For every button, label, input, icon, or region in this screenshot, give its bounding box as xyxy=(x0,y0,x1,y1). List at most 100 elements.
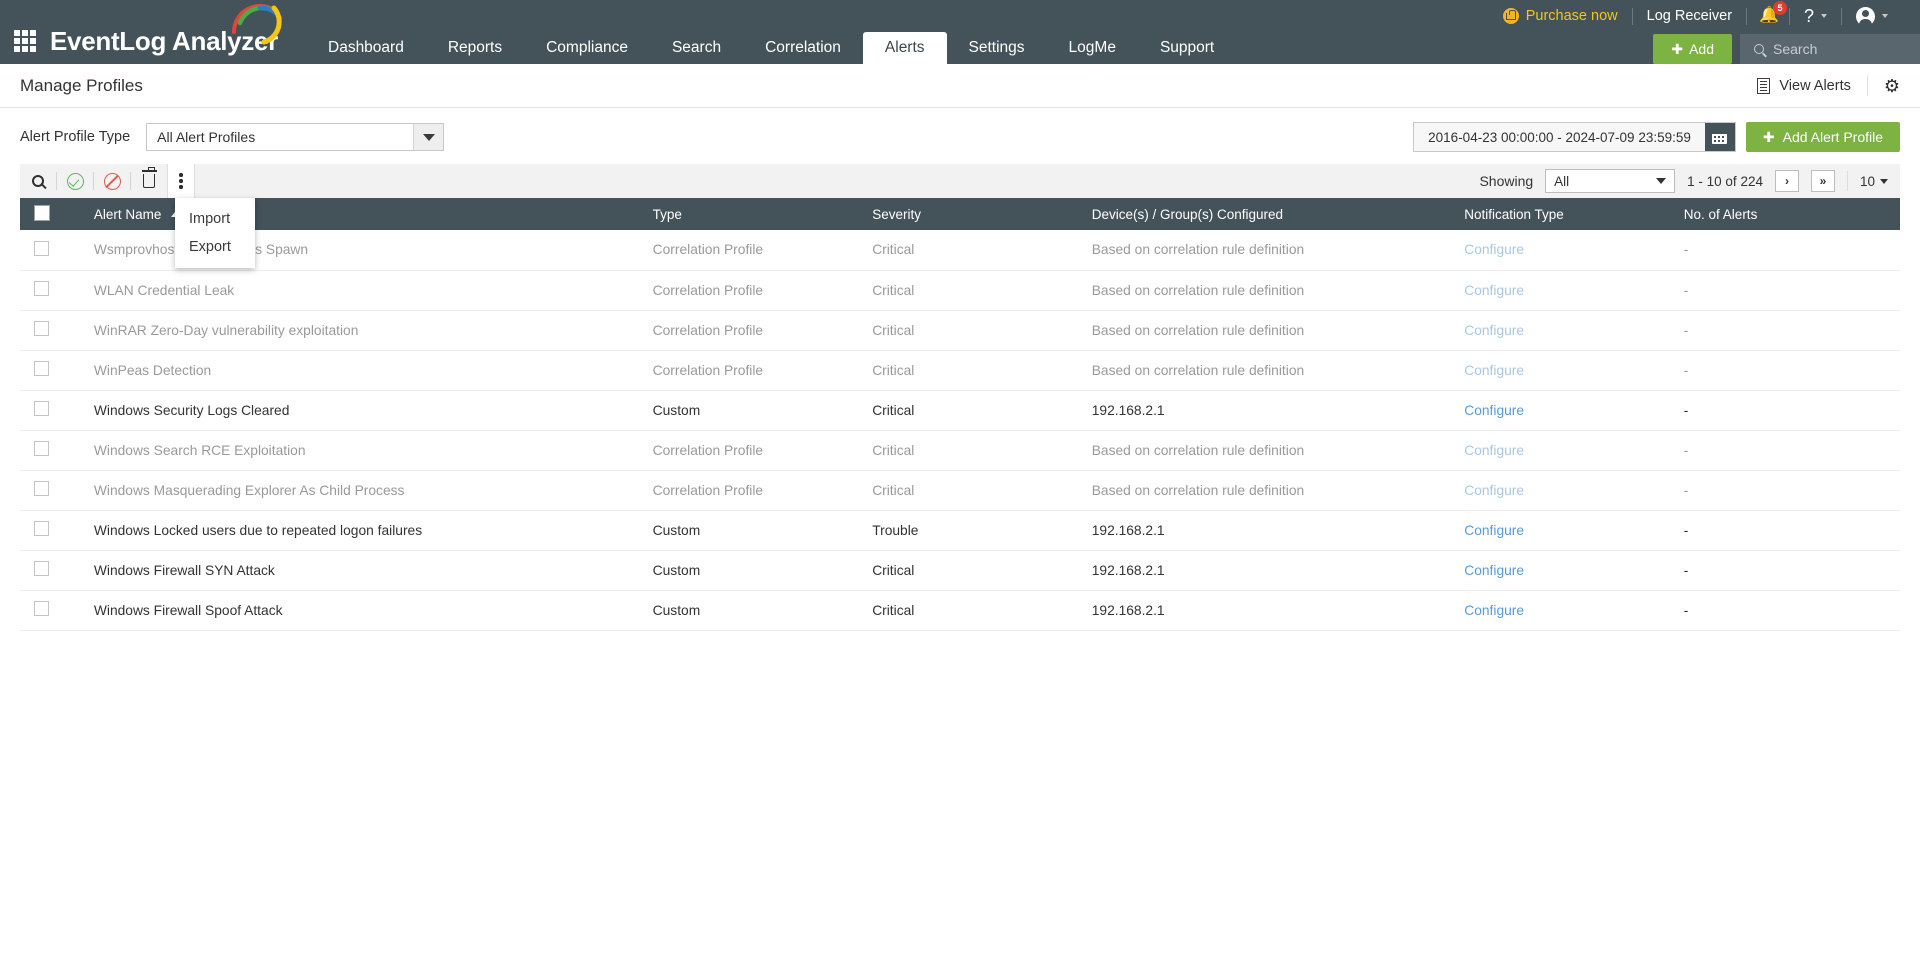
cell-no-of-alerts: - xyxy=(1674,390,1900,430)
configure-link[interactable]: Configure xyxy=(1464,603,1524,618)
nav-tab-reports[interactable]: Reports xyxy=(426,32,524,64)
page-size-select[interactable]: 10 xyxy=(1860,174,1888,189)
cell-no-of-alerts: - xyxy=(1674,430,1900,470)
table-row[interactable]: Windows Locked users due to repeated log… xyxy=(20,510,1900,550)
date-range-picker[interactable]: 2016-04-23 00:00:00 - 2024-07-09 23:59:5… xyxy=(1413,122,1736,152)
configure-link[interactable]: Configure xyxy=(1464,523,1524,538)
column-header-notification-type[interactable]: Notification Type xyxy=(1454,198,1674,230)
cell-alert-name: WLAN Credential Leak xyxy=(84,270,643,310)
nav-tab-settings[interactable]: Settings xyxy=(947,32,1047,64)
row-select-cell xyxy=(20,590,84,630)
table-row[interactable]: Windows Security Logs Cleared Custom Cri… xyxy=(20,390,1900,430)
table-row[interactable]: WinRAR Zero-Day vulnerability exploitati… xyxy=(20,310,1900,350)
cell-alert-name: Windows Locked users due to repeated log… xyxy=(84,510,643,550)
cell-notification: Configure xyxy=(1454,310,1674,350)
nav-tab-logme[interactable]: LogMe xyxy=(1047,32,1138,64)
table-row[interactable]: Windows Firewall SYN Attack Custom Criti… xyxy=(20,550,1900,590)
view-alerts-label: View Alerts xyxy=(1779,78,1850,94)
nav-tab-search[interactable]: Search xyxy=(650,32,743,64)
configure-link[interactable]: Configure xyxy=(1464,242,1524,257)
row-checkbox[interactable] xyxy=(34,481,49,496)
help-icon: ? xyxy=(1804,7,1814,25)
help-menu[interactable]: ? xyxy=(1790,6,1841,26)
add-button-label: Add xyxy=(1689,41,1714,57)
table-row[interactable]: Windows Search RCE Exploitation Correlat… xyxy=(20,430,1900,470)
configure-link[interactable]: Configure xyxy=(1464,563,1524,578)
row-checkbox[interactable] xyxy=(34,561,49,576)
table-row[interactable]: Windows Masquerading Explorer As Child P… xyxy=(20,470,1900,510)
configure-link[interactable]: Configure xyxy=(1464,483,1524,498)
row-checkbox[interactable] xyxy=(34,441,49,456)
search-button[interactable] xyxy=(20,164,56,198)
cell-severity: Critical xyxy=(862,230,1082,270)
nav-tab-dashboard[interactable]: Dashboard xyxy=(306,32,426,64)
row-checkbox[interactable] xyxy=(34,321,49,336)
cell-type: Custom xyxy=(643,550,863,590)
table-row[interactable]: Windows Firewall Spoof Attack Custom Cri… xyxy=(20,590,1900,630)
cell-devices: Based on correlation rule definition xyxy=(1082,350,1455,390)
nav-tab-correlation[interactable]: Correlation xyxy=(743,32,863,64)
global-search-input[interactable]: Search xyxy=(1740,34,1920,64)
view-alerts-button[interactable]: View Alerts xyxy=(1757,78,1850,94)
row-select-cell xyxy=(20,350,84,390)
cell-severity: Critical xyxy=(862,350,1082,390)
row-checkbox[interactable] xyxy=(34,601,49,616)
notifications-button[interactable]: 🔔 5 xyxy=(1747,6,1789,26)
user-menu[interactable] xyxy=(1842,6,1902,26)
table-row[interactable]: Wsmprovhost L on Process Spawn Correlati… xyxy=(20,230,1900,270)
cell-alert-name: Windows Masquerading Explorer As Child P… xyxy=(84,470,643,510)
cell-type: Correlation Profile xyxy=(643,270,863,310)
more-options-button[interactable] xyxy=(167,164,195,198)
brand-logo[interactable]: EventLog Analyzer xyxy=(50,24,278,54)
cell-no-of-alerts: - xyxy=(1674,550,1900,590)
enable-button[interactable] xyxy=(57,164,93,198)
last-page-button[interactable]: » xyxy=(1811,170,1835,192)
cell-devices: 192.168.2.1 xyxy=(1082,590,1455,630)
cell-severity: Critical xyxy=(862,470,1082,510)
log-receiver-link[interactable]: Log Receiver xyxy=(1633,6,1746,26)
configure-link[interactable]: Configure xyxy=(1464,323,1524,338)
apps-grid-icon[interactable] xyxy=(14,30,36,52)
subheader-actions: View Alerts ⚙ xyxy=(1757,76,1900,96)
row-checkbox[interactable] xyxy=(34,401,49,416)
add-alert-profile-button[interactable]: ✚ Add Alert Profile xyxy=(1746,122,1900,152)
row-checkbox[interactable] xyxy=(34,281,49,296)
row-checkbox[interactable] xyxy=(34,521,49,536)
table-toolbar: Showing All 1 - 10 of 224 › » 10 Import … xyxy=(20,164,1900,198)
configure-link[interactable]: Configure xyxy=(1464,363,1524,378)
delete-button[interactable] xyxy=(131,164,167,198)
showing-select[interactable]: All xyxy=(1545,169,1675,193)
configure-link[interactable]: Configure xyxy=(1464,283,1524,298)
calendar-icon[interactable] xyxy=(1705,123,1735,151)
select-all-checkbox[interactable] xyxy=(34,205,50,221)
column-header-alert-name[interactable]: Alert Name xyxy=(84,198,643,230)
add-button[interactable]: ✚ Add xyxy=(1653,34,1732,64)
menu-item-import[interactable]: Import xyxy=(175,205,255,233)
purchase-now-link[interactable]: Purchase now xyxy=(1489,6,1632,26)
row-checkbox[interactable] xyxy=(34,241,49,256)
next-page-button[interactable]: › xyxy=(1775,170,1799,192)
configure-link[interactable]: Configure xyxy=(1464,403,1524,418)
search-icon xyxy=(32,175,44,187)
chevron-down-icon xyxy=(1656,178,1666,184)
nav-tab-alerts[interactable]: Alerts xyxy=(863,32,947,64)
table-row[interactable]: WinPeas Detection Correlation Profile Cr… xyxy=(20,350,1900,390)
table-row[interactable]: WLAN Credential Leak Correlation Profile… xyxy=(20,270,1900,310)
cell-devices: Based on correlation rule definition xyxy=(1082,430,1455,470)
column-header-type[interactable]: Type xyxy=(643,198,863,230)
alert-profile-type-select[interactable]: All Alert Profiles xyxy=(146,123,444,151)
configure-link[interactable]: Configure xyxy=(1464,443,1524,458)
menu-item-export[interactable]: Export xyxy=(175,233,255,261)
column-header-devices[interactable]: Device(s) / Group(s) Configured xyxy=(1082,198,1455,230)
disable-button[interactable] xyxy=(94,164,130,198)
pagination-controls: Showing All 1 - 10 of 224 › » 10 xyxy=(1479,169,1900,193)
chevron-down-icon xyxy=(1882,14,1888,18)
row-checkbox[interactable] xyxy=(34,361,49,376)
nav-tab-compliance[interactable]: Compliance xyxy=(524,32,650,64)
column-header-severity[interactable]: Severity xyxy=(862,198,1082,230)
gear-icon[interactable]: ⚙ xyxy=(1884,77,1900,95)
column-header-no-of-alerts[interactable]: No. of Alerts xyxy=(1674,198,1900,230)
page-title: Manage Profiles xyxy=(20,76,143,96)
nav-tab-support[interactable]: Support xyxy=(1138,32,1236,64)
global-search-placeholder: Search xyxy=(1773,41,1817,57)
